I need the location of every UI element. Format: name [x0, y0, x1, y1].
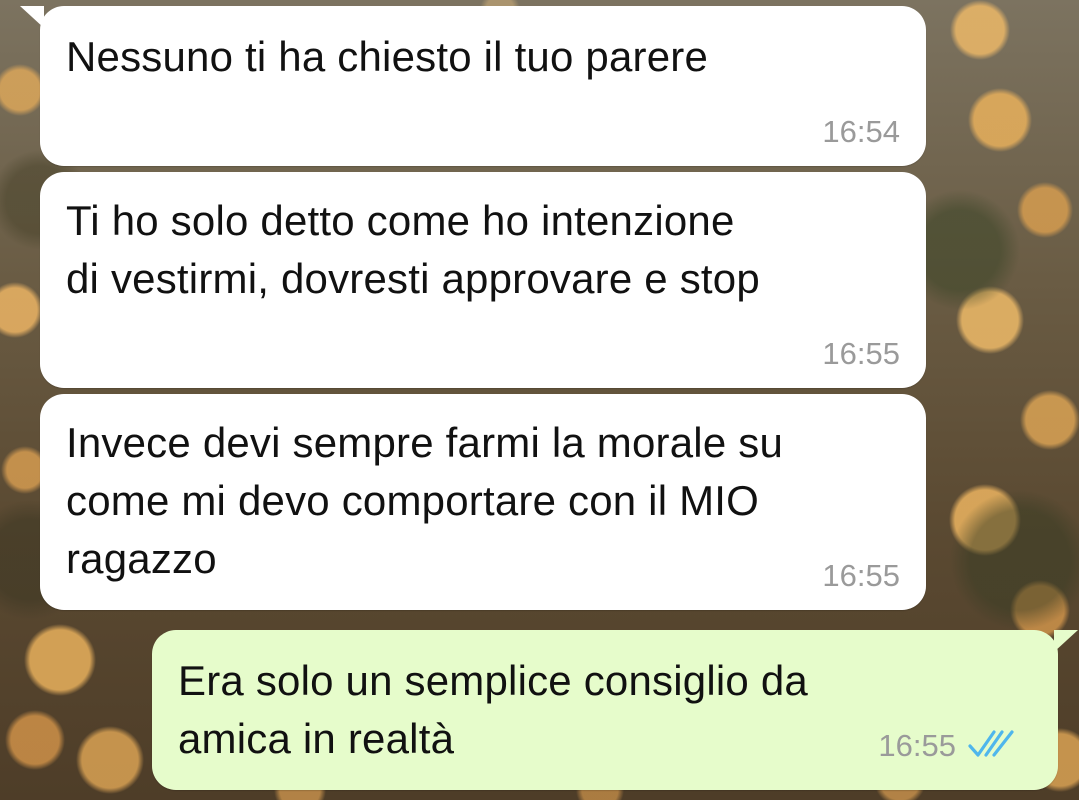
message-bubble-outgoing[interactable]: Era solo un semplice consiglio da amica …	[152, 630, 1078, 790]
message-bubble-incoming[interactable]: Nessuno ti ha chiesto il tuo parere 16:5…	[20, 6, 926, 166]
chat-message-list[interactable]: Nessuno ti ha chiesto il tuo parere 16:5…	[0, 0, 1079, 800]
double-check-read-icon	[968, 730, 1014, 757]
message-timestamp: 16:55	[822, 558, 900, 593]
message-bubble-incoming[interactable]: Ti ho solo detto come ho intenzione di v…	[40, 172, 926, 388]
message-bubble-incoming[interactable]: Invece devi sempre farmi la morale su co…	[40, 394, 926, 610]
message-text: Nessuno ti ha chiesto il tuo parere	[66, 33, 709, 80]
message-text: Ti ho solo detto come ho intenzione di v…	[66, 197, 760, 302]
message-timestamp: 16:55	[822, 336, 900, 371]
bubble-tail	[20, 6, 44, 28]
message-text: Invece devi sempre farmi la morale su co…	[66, 419, 784, 582]
message-timestamp: 16:54	[822, 114, 900, 149]
message-timestamp: 16:55	[878, 728, 956, 763]
bubble-tail	[1054, 630, 1078, 652]
